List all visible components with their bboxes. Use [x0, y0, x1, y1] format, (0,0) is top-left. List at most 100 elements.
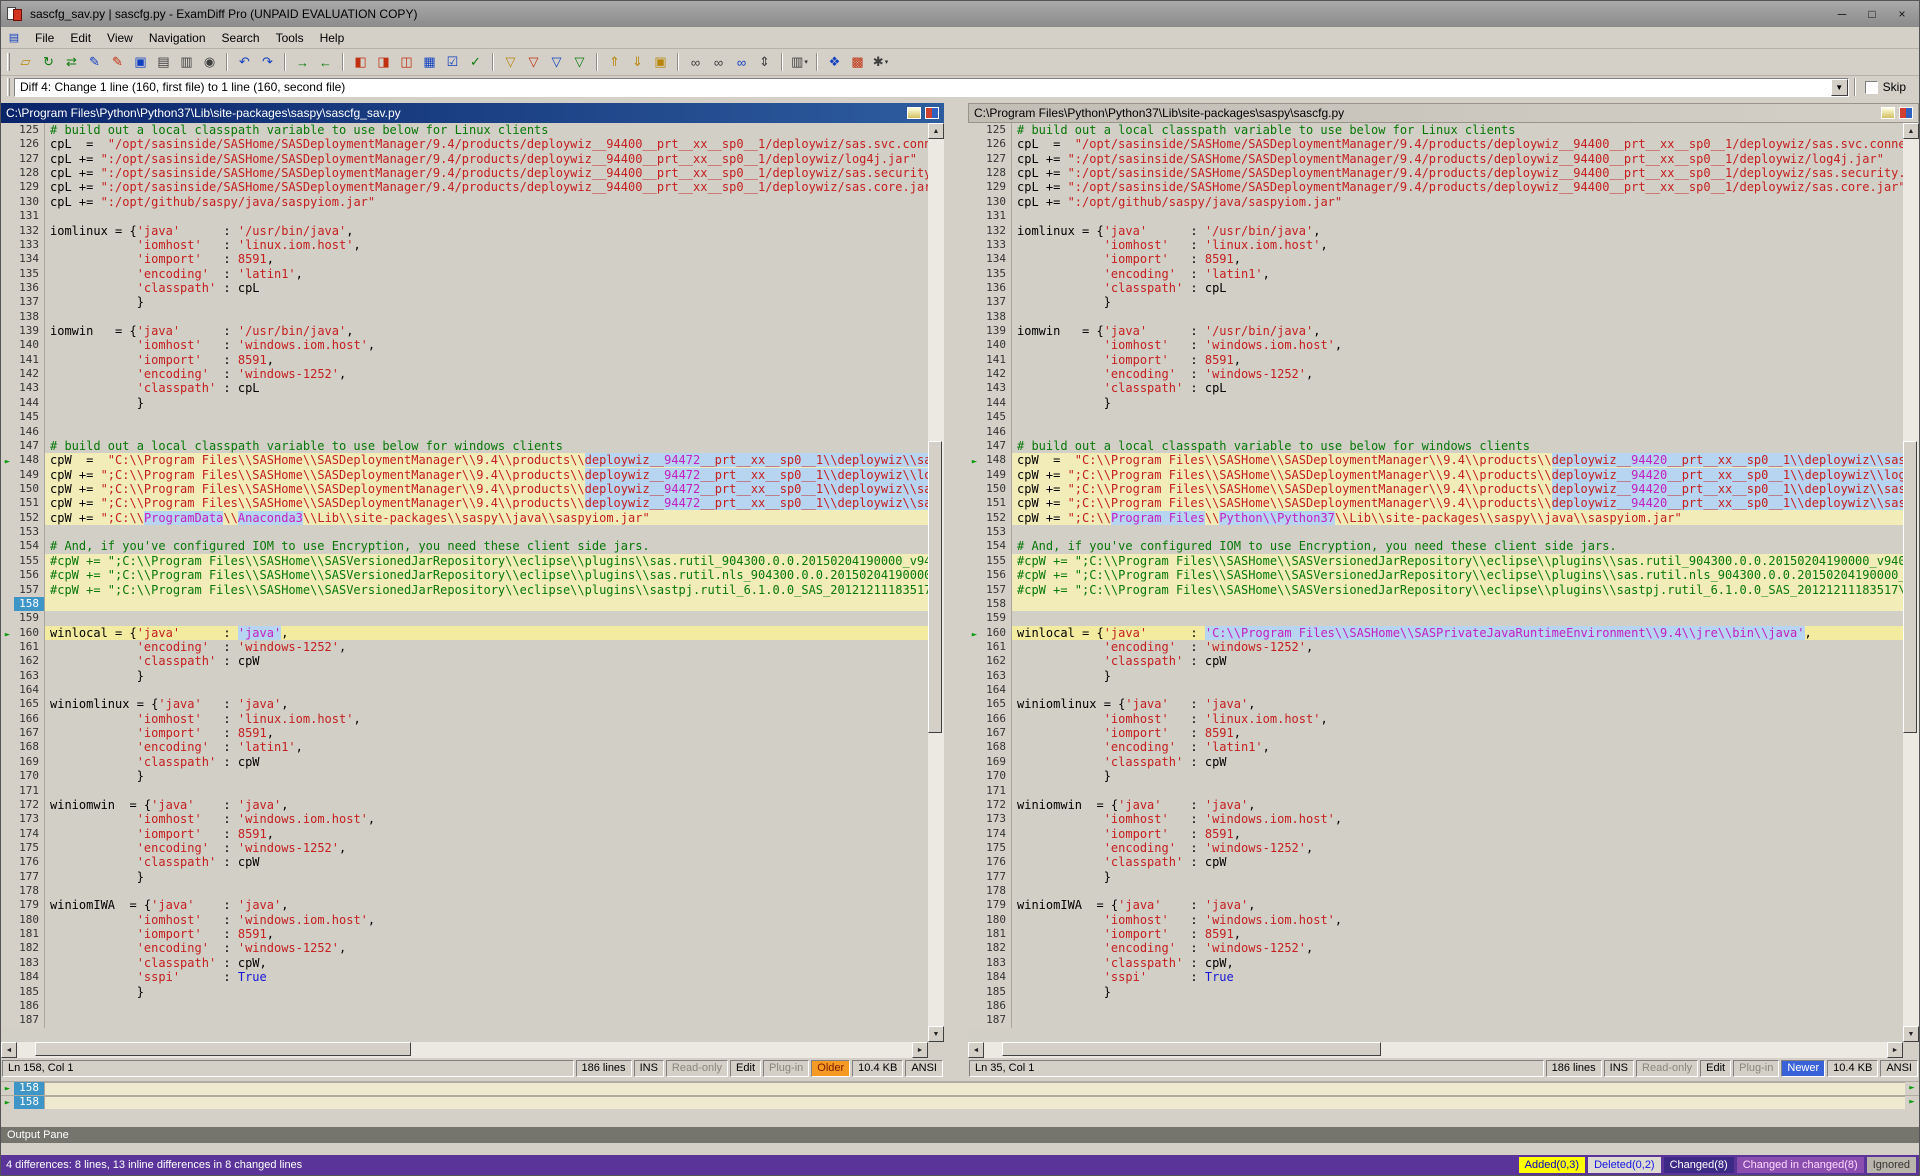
first-file-horizontal-scrollbar[interactable]: ◄ ►	[1, 1042, 928, 1058]
document-menu-icon[interactable]: ▤	[6, 30, 22, 46]
save-button[interactable]: ▣	[130, 52, 151, 73]
menu-search[interactable]: Search	[214, 29, 268, 47]
edit-second-file-button[interactable]: ✎	[107, 52, 128, 73]
plugins-button[interactable]: ❖	[824, 52, 845, 73]
second-vscroll-track[interactable]	[1903, 139, 1919, 1026]
scroll-left-icon[interactable]: ◄	[1, 1042, 17, 1058]
sort-lines-button[interactable]: ⇕	[754, 52, 775, 73]
code-line: 126cpL = "/opt/sasinside/SASHome/SASDepl…	[1, 137, 928, 151]
scroll-right-icon[interactable]: ►	[912, 1042, 928, 1058]
line-text: }	[1012, 870, 1903, 884]
filter-context-button[interactable]: ▽	[569, 52, 590, 73]
copy-button[interactable]: ▥	[176, 52, 197, 73]
previous-difference-button[interactable]: ⇑	[604, 52, 625, 73]
line-number: 158	[14, 597, 45, 611]
second-file-code-area[interactable]: 125# build out a local classpath variabl…	[968, 123, 1903, 1042]
scroll-up-icon[interactable]: ▲	[928, 123, 944, 139]
redo-button[interactable]: ↷	[257, 52, 278, 73]
show-first-file-button[interactable]: ◧	[350, 52, 371, 73]
swap-files-button[interactable]: ⇄	[61, 52, 82, 73]
menu-navigation[interactable]: Navigation	[141, 29, 214, 47]
filter-all-lines-button[interactable]: ▽	[500, 52, 521, 73]
gutter	[1, 769, 14, 783]
scroll-up-icon[interactable]: ▲	[1903, 123, 1919, 139]
show-both-files-button[interactable]: ◫	[396, 52, 417, 73]
filter-identical-button[interactable]: ▽	[546, 52, 567, 73]
diffbar-grip[interactable]	[7, 78, 10, 96]
second-file-vertical-scrollbar[interactable]: ▲ ▼	[1903, 123, 1919, 1042]
copy-block-right-button[interactable]: →	[292, 52, 313, 73]
menu-file[interactable]: File	[27, 29, 62, 47]
second-file-header[interactable]: C:\Program Files\Python\Python37\Lib\sit…	[968, 103, 1919, 123]
output-pane-splitter[interactable]	[1, 1109, 1919, 1127]
minimize-button[interactable]: ─	[1827, 3, 1857, 25]
second-vscroll-thumb[interactable]	[1903, 441, 1917, 734]
menu-tools[interactable]: Tools	[268, 29, 312, 47]
diff-count-deleted[interactable]: Deleted(0,2)	[1588, 1157, 1661, 1173]
open-files-button[interactable]: ▱	[15, 52, 36, 73]
panes-layout-button[interactable]: ▥▾	[789, 52, 810, 73]
open-file-icon[interactable]	[1881, 107, 1895, 119]
file-compare-icon[interactable]	[925, 107, 939, 119]
code-line: 154# And, if you've configured IOM to us…	[1, 539, 928, 553]
filter-differences-button[interactable]: ▽	[523, 52, 544, 73]
pane-nav-icon[interactable]: ►	[1905, 1096, 1919, 1109]
show-line-numbers-button[interactable]: ▦	[419, 52, 440, 73]
first-file-code-area[interactable]: 125# build out a local classpath variabl…	[1, 123, 928, 1042]
menu-view[interactable]: View	[99, 29, 141, 47]
options-button[interactable]: ✱▾	[870, 52, 891, 73]
find-previous-difference-button[interactable]: ∞	[708, 52, 729, 73]
gutter	[1, 209, 14, 223]
current-difference-button[interactable]: ▣	[650, 52, 671, 73]
second-hscroll-thumb[interactable]	[1002, 1042, 1381, 1056]
scroll-left-icon[interactable]: ◄	[968, 1042, 984, 1058]
scroll-right-icon[interactable]: ►	[1887, 1042, 1903, 1058]
gutter	[968, 310, 981, 324]
edit-first-file-button[interactable]: ✎	[84, 52, 105, 73]
second-hscroll-track[interactable]	[984, 1042, 1887, 1058]
first-hscroll-track[interactable]	[17, 1042, 912, 1058]
diff-count-added[interactable]: Added(0,3)	[1519, 1157, 1585, 1173]
first-hscroll-thumb[interactable]	[35, 1042, 411, 1056]
line-number: 146	[14, 425, 45, 439]
skip-checkbox[interactable]	[1865, 81, 1878, 94]
maximize-button[interactable]: □	[1857, 3, 1887, 25]
recompare-button[interactable]: ↻	[38, 52, 59, 73]
open-file-icon[interactable]	[907, 107, 921, 119]
find-next-difference-button[interactable]: ∞	[685, 52, 706, 73]
toolbar-grip[interactable]	[7, 53, 10, 71]
search-in-files-button[interactable]: ∞	[731, 52, 752, 73]
print-button[interactable]: ▤	[153, 52, 174, 73]
line-number: 178	[14, 884, 45, 898]
diff-count-ignored[interactable]: Ignored	[1867, 1157, 1916, 1173]
second-file-horizontal-scrollbar[interactable]: ◄ ►	[968, 1042, 1903, 1058]
scroll-down-icon[interactable]: ▼	[1903, 1026, 1919, 1042]
code-line: 133 'iomhost' : 'linux.iom.host',	[1, 238, 928, 252]
diff-selector[interactable]: Diff 4: Change 1 line (160, first file) …	[14, 78, 1849, 97]
diff-count-changed[interactable]: Changed(8)	[1664, 1157, 1734, 1173]
diff-count-changed-in-changed[interactable]: Changed in changed(8)	[1737, 1157, 1864, 1173]
first-file-vertical-scrollbar[interactable]: ▲ ▼	[928, 123, 944, 1042]
menu-edit[interactable]: Edit	[62, 29, 99, 47]
close-button[interactable]: ×	[1887, 3, 1917, 25]
pane-nav-icon[interactable]: ►	[1905, 1082, 1919, 1095]
output-pane-header[interactable]: Output Pane	[1, 1127, 1919, 1143]
copy-block-left-button[interactable]: ←	[315, 52, 336, 73]
pane-splitter[interactable]	[944, 103, 968, 1078]
synchronize-scrolling-button[interactable]: ✓	[465, 52, 486, 73]
file-compare-icon[interactable]	[1899, 107, 1913, 119]
scroll-down-icon[interactable]: ▼	[928, 1026, 944, 1042]
find-button[interactable]: ◉	[199, 52, 220, 73]
code-line: 146	[968, 425, 1903, 439]
first-file-header[interactable]: C:\Program Files\Python\Python37\Lib\sit…	[1, 103, 944, 123]
line-number: 175	[14, 841, 45, 855]
show-whitespace-button[interactable]: ☑	[442, 52, 463, 73]
first-vscroll-thumb[interactable]	[928, 441, 942, 734]
undo-button[interactable]: ↶	[234, 52, 255, 73]
first-vscroll-track[interactable]	[928, 139, 944, 1026]
chevron-down-icon[interactable]: ▼	[1831, 79, 1848, 96]
compare-options-button[interactable]: ▩	[847, 52, 868, 73]
next-difference-button[interactable]: ⇓	[627, 52, 648, 73]
menu-help[interactable]: Help	[312, 29, 353, 47]
show-second-file-button[interactable]: ◨	[373, 52, 394, 73]
